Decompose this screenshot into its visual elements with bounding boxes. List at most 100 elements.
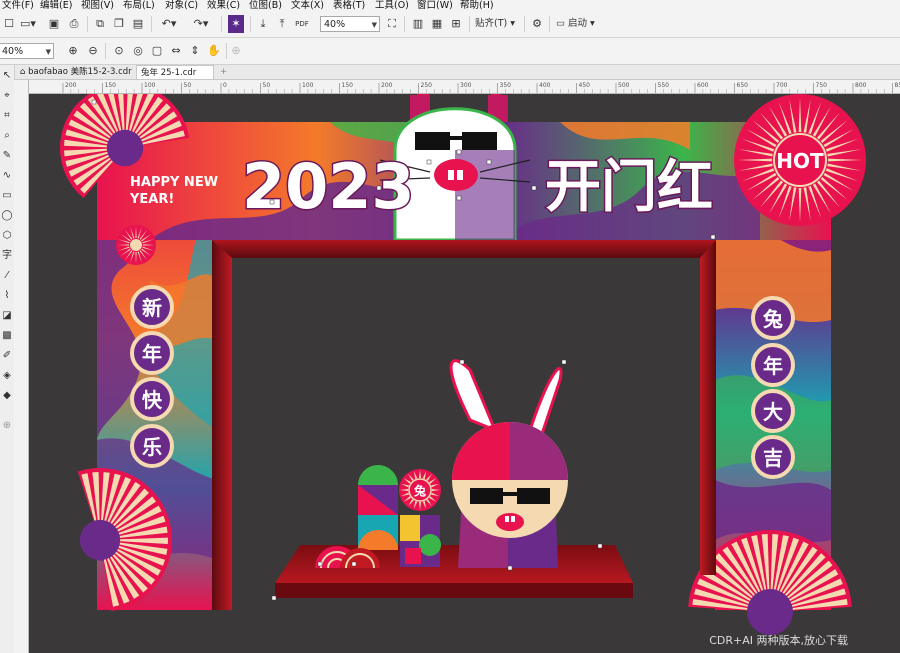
cut-icon[interactable]: ⧉ bbox=[93, 15, 107, 33]
text-tool-icon[interactable]: 字 bbox=[1, 249, 13, 263]
add-target-icon[interactable]: ⊕ bbox=[229, 42, 243, 60]
ruler-tick-label: 800 bbox=[855, 82, 867, 89]
zoom-to-selected-icon[interactable]: ⊙ bbox=[112, 42, 126, 60]
eyedropper-tool-icon[interactable]: ✐ bbox=[1, 349, 13, 363]
open-document-icon[interactable]: ▭▾ bbox=[18, 15, 38, 33]
ruler-tick-label: 150 bbox=[342, 82, 354, 89]
small-sun-decoration bbox=[116, 225, 156, 265]
shape-tool-icon[interactable]: ⌖ bbox=[1, 89, 13, 103]
right-char-1: 兔 bbox=[762, 307, 783, 331]
left-char-2: 年 bbox=[142, 342, 162, 366]
zoom-level-select[interactable]: 40% ▼ bbox=[320, 16, 380, 32]
freehand-tool-icon[interactable]: ✎ bbox=[1, 149, 13, 163]
new-tab-plus-icon[interactable]: + bbox=[216, 65, 228, 79]
smart-fill-tool-icon[interactable]: ◆ bbox=[1, 389, 13, 403]
add-tool-icon[interactable]: ⊕ bbox=[1, 419, 13, 433]
ruler-tick-label: 500 bbox=[618, 82, 630, 89]
horizontal-ruler-ticks: 200 150 100 50 0 50 100 150 200 250 300 350 400 450 50… bbox=[62, 82, 900, 93]
small-badge-text: 兔 bbox=[413, 483, 426, 498]
zoom-levels-select[interactable]: 40% ▼ bbox=[0, 43, 54, 59]
ruler-tick-label: 50 bbox=[263, 82, 271, 89]
zoom-to-all-objects-icon[interactable]: ◎ bbox=[131, 42, 145, 60]
ellipse-tool-icon[interactable]: ◯ bbox=[1, 209, 13, 223]
pan-hand-icon[interactable]: ✋ bbox=[207, 42, 221, 60]
print-icon[interactable]: ⎙ bbox=[67, 15, 81, 33]
hot-badge-text: HOT bbox=[776, 149, 824, 173]
zoom-to-height-icon[interactable]: ⇕ bbox=[188, 42, 202, 60]
snap-to-dropdown[interactable]: 贴齐(T) ▾ bbox=[475, 15, 523, 33]
ruler-tick-label: 50 bbox=[184, 82, 192, 89]
redo-icon[interactable]: ↷▾ bbox=[190, 15, 212, 33]
menu-effects[interactable]: 效果(C) bbox=[207, 0, 240, 12]
menu-bitmap[interactable]: 位图(B) bbox=[249, 0, 282, 12]
vertical-ruler[interactable] bbox=[14, 80, 29, 653]
zoom-to-page-icon[interactable]: ▢ bbox=[150, 42, 164, 60]
standard-toolbar: ☐ ▭▾ ▣ ⎙ ⧉ ❐ ▤ ↶▾ ↷▾ ✶ ⤓ ⤒ PDF 40% ▼ ⛶ ▥… bbox=[0, 12, 900, 38]
property-bar: 40% ▼ ⊕ ⊖ ⊙ ◎ ▢ ⇔ ⇕ ✋ ⊕ bbox=[0, 38, 900, 65]
right-char-4: 吉 bbox=[763, 446, 783, 470]
launch-label: 启动 bbox=[568, 18, 588, 29]
snap-to-label: 贴齐(T) bbox=[475, 18, 508, 29]
parallel-dimension-tool-icon[interactable]: ⁄ bbox=[1, 269, 13, 283]
save-icon[interactable]: ▣ bbox=[47, 15, 61, 33]
interactive-fill-tool-icon[interactable]: ◈ bbox=[1, 369, 13, 383]
ruler-tick-label: 150 bbox=[105, 82, 117, 89]
zoom-in-icon[interactable]: ⊕ bbox=[66, 42, 80, 60]
menu-object[interactable]: 对象(C) bbox=[165, 0, 198, 12]
show-grid-icon[interactable]: ▦ bbox=[430, 15, 444, 33]
crop-tool-icon[interactable]: ⌗ bbox=[1, 109, 13, 123]
show-guidelines-icon[interactable]: ⊞ bbox=[449, 15, 463, 33]
ruler-tick-label: 450 bbox=[579, 82, 591, 89]
zoom-tool-icon[interactable]: ⌕ bbox=[1, 129, 13, 143]
artistic-media-tool-icon[interactable]: ∿ bbox=[1, 169, 13, 183]
drawing-canvas[interactable]: 2023 开门红 HAPPY NEW YEAR! HOT 新 年 快 乐 兔 年… bbox=[29, 94, 900, 653]
menu-window[interactable]: 窗口(W) bbox=[417, 0, 453, 12]
show-rulers-icon[interactable]: ▥ bbox=[411, 15, 425, 33]
transparency-tool-icon[interactable]: ▩ bbox=[1, 329, 13, 343]
greeting-line-2: YEAR! bbox=[129, 192, 174, 207]
rectangle-tool-icon[interactable]: ▭ bbox=[1, 189, 13, 203]
fan-hub bbox=[106, 129, 144, 167]
drop-shadow-tool-icon[interactable]: ◪ bbox=[1, 309, 13, 323]
menu-text[interactable]: 文本(X) bbox=[291, 0, 324, 12]
toolbar-divider bbox=[221, 16, 222, 32]
options-gear-icon[interactable]: ⚙ bbox=[530, 15, 544, 33]
tab-document-1[interactable]: ⌂ baofabao 美陈15-2-3.cdr bbox=[16, 65, 134, 79]
ruler-tick-label: 300 bbox=[460, 82, 472, 89]
menu-file[interactable]: 文件(F) bbox=[2, 0, 34, 12]
ruler-tick-label: 250 bbox=[421, 82, 433, 89]
polygon-tool-icon[interactable]: ⬡ bbox=[1, 229, 13, 243]
toolbar-divider bbox=[404, 16, 405, 32]
copy-icon[interactable]: ❐ bbox=[112, 15, 126, 33]
full-screen-icon[interactable]: ⛶ bbox=[385, 15, 399, 33]
menu-view[interactable]: 视图(V) bbox=[81, 0, 114, 12]
paste-icon[interactable]: ▤ bbox=[131, 15, 145, 33]
zoom-levels-value: 40% bbox=[2, 46, 24, 57]
menu-help[interactable]: 帮助(H) bbox=[460, 0, 494, 12]
new-document-icon[interactable]: ☐ bbox=[2, 15, 16, 33]
pick-tool-icon[interactable]: ↖ bbox=[1, 69, 13, 83]
zoom-out-icon[interactable]: ⊖ bbox=[86, 42, 100, 60]
menu-table[interactable]: 表格(T) bbox=[333, 0, 365, 12]
export-icon[interactable]: ⤒ bbox=[275, 15, 289, 33]
menu-tools[interactable]: 工具(O) bbox=[375, 0, 409, 12]
publish-pdf-icon[interactable]: PDF bbox=[294, 15, 310, 33]
ruler-tick-label: 850 bbox=[895, 82, 900, 89]
tab-document-2-label: 兔年 25-1.cdr bbox=[141, 68, 197, 78]
menu-layout[interactable]: 布局(L) bbox=[123, 0, 155, 12]
launch-dropdown[interactable]: ▭ 启动 ▾ bbox=[556, 15, 608, 33]
search-content-icon[interactable]: ✶ bbox=[228, 15, 244, 33]
zoom-to-width-icon[interactable]: ⇔ bbox=[169, 42, 183, 60]
right-char-2: 年 bbox=[763, 354, 783, 378]
toolbar-divider bbox=[226, 43, 227, 59]
horizontal-ruler[interactable]: 200 150 100 50 0 50 100 150 200 250 300 350 400 450 50… bbox=[28, 80, 900, 94]
connector-tool-icon[interactable]: ⌇ bbox=[1, 289, 13, 303]
bunny-character bbox=[449, 359, 568, 568]
menu-bar: 文件(F) 编辑(E) 视图(V) 布局(L) 对象(C) 效果(C) 位图(B… bbox=[0, 0, 900, 12]
import-icon[interactable]: ⤓ bbox=[256, 15, 270, 33]
undo-icon[interactable]: ↶▾ bbox=[158, 15, 180, 33]
ruler-tick-label: 400 bbox=[539, 82, 551, 89]
tab-document-2[interactable]: 兔年 25-1.cdr bbox=[136, 65, 214, 79]
menu-edit[interactable]: 编辑(E) bbox=[40, 0, 72, 12]
tab-document-1-label: baofabao 美陈15-2-3.cdr bbox=[28, 67, 132, 77]
